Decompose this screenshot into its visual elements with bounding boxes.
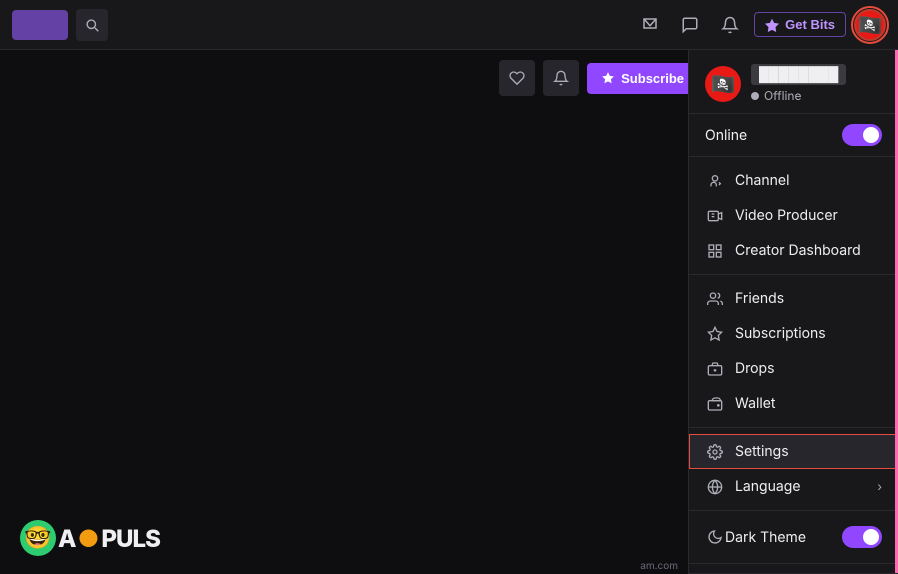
user-avatar-button[interactable]: 🏴‍☠️ <box>854 9 886 41</box>
status-dot <box>751 92 759 100</box>
get-bits-button[interactable]: Get Bits <box>754 12 846 37</box>
topbar-right: Get Bits 🏴‍☠️ <box>634 9 886 41</box>
menu-section-3: Settings Language › <box>689 428 898 511</box>
menu-item-settings[interactable]: Settings <box>689 434 898 469</box>
channel-label: Channel <box>735 172 882 189</box>
watermark-dot: ● <box>77 524 99 553</box>
wallet-icon <box>705 396 725 412</box>
heart-button[interactable] <box>499 60 535 96</box>
wallet-label: Wallet <box>735 395 882 412</box>
dropdown-status: Offline <box>751 88 846 103</box>
menu-item-friends[interactable]: Friends <box>689 281 898 316</box>
friends-label: Friends <box>735 290 882 307</box>
subscribe-button[interactable]: Subscribe <box>587 63 698 94</box>
menu-section-1: Channel Video Producer Creator Dashboard <box>689 157 898 275</box>
notifications-button[interactable] <box>714 9 746 41</box>
online-toggle[interactable] <box>842 124 882 146</box>
settings-icon <box>705 444 725 460</box>
topbar: Get Bits 🏴‍☠️ <box>0 0 898 50</box>
dropdown-username: ████████ <box>751 64 846 85</box>
language-label: Language <box>735 478 867 495</box>
menu-item-logout[interactable]: Log Out <box>689 570 898 574</box>
friends-icon <box>705 291 725 307</box>
dropdown-menu: 🏴‍☠️ ████████ Offline Online Channel <box>688 50 898 574</box>
menu-item-video-producer[interactable]: Video Producer <box>689 198 898 233</box>
status-text: Offline <box>764 88 802 103</box>
subscriptions-label: Subscriptions <box>735 325 882 342</box>
channel-icon <box>705 173 725 189</box>
logo[interactable] <box>12 10 68 40</box>
menu-item-drops[interactable]: Drops <box>689 351 898 386</box>
watermark: 🤓 A ● PULS <box>20 520 160 556</box>
creator-dashboard-label: Creator Dashboard <box>735 242 882 259</box>
drops-icon <box>705 361 725 377</box>
video-producer-icon <box>705 208 725 224</box>
online-label: Online <box>705 127 747 144</box>
menu-item-language[interactable]: Language › <box>689 469 898 504</box>
menu-section-logout: Log Out <box>689 564 898 574</box>
menu-section-2: Friends Subscriptions Drops <box>689 275 898 428</box>
menu-item-channel[interactable]: Channel <box>689 163 898 198</box>
messages-button[interactable] <box>674 9 706 41</box>
subscriptions-icon <box>705 326 725 342</box>
search-button[interactable] <box>76 9 108 41</box>
watermark-text: A <box>58 524 75 553</box>
get-bits-label: Get Bits <box>785 17 835 32</box>
dropdown-profile: 🏴‍☠️ ████████ Offline <box>689 50 898 114</box>
menu-item-creator-dashboard[interactable]: Creator Dashboard <box>689 233 898 268</box>
language-chevron: › <box>877 479 882 494</box>
bell-button[interactable] <box>543 60 579 96</box>
menu-item-wallet[interactable]: Wallet <box>689 386 898 421</box>
action-bar: Subscribe <box>499 50 698 106</box>
creator-dashboard-icon <box>705 243 725 259</box>
dropdown-avatar: 🏴‍☠️ <box>705 66 741 102</box>
dropdown-profile-info: ████████ Offline <box>751 64 846 103</box>
menu-section-theme: Dark Theme <box>689 511 898 564</box>
watermark-text2: PULS <box>101 524 160 553</box>
online-toggle-row[interactable]: Online <box>689 114 898 157</box>
watermark-icon: 🤓 <box>20 520 56 556</box>
inbox-button[interactable] <box>634 9 666 41</box>
subscribe-label: Subscribe <box>621 71 684 86</box>
app-url: am.com <box>640 560 678 572</box>
menu-item-subscriptions[interactable]: Subscriptions <box>689 316 898 351</box>
dark-theme-label: Dark Theme <box>725 529 842 546</box>
dark-theme-icon <box>705 529 725 545</box>
dark-theme-row[interactable]: Dark Theme <box>689 517 898 557</box>
drops-label: Drops <box>735 360 882 377</box>
video-producer-label: Video Producer <box>735 207 882 224</box>
language-icon <box>705 479 725 495</box>
dark-theme-toggle[interactable] <box>842 526 882 548</box>
settings-label: Settings <box>735 443 882 460</box>
